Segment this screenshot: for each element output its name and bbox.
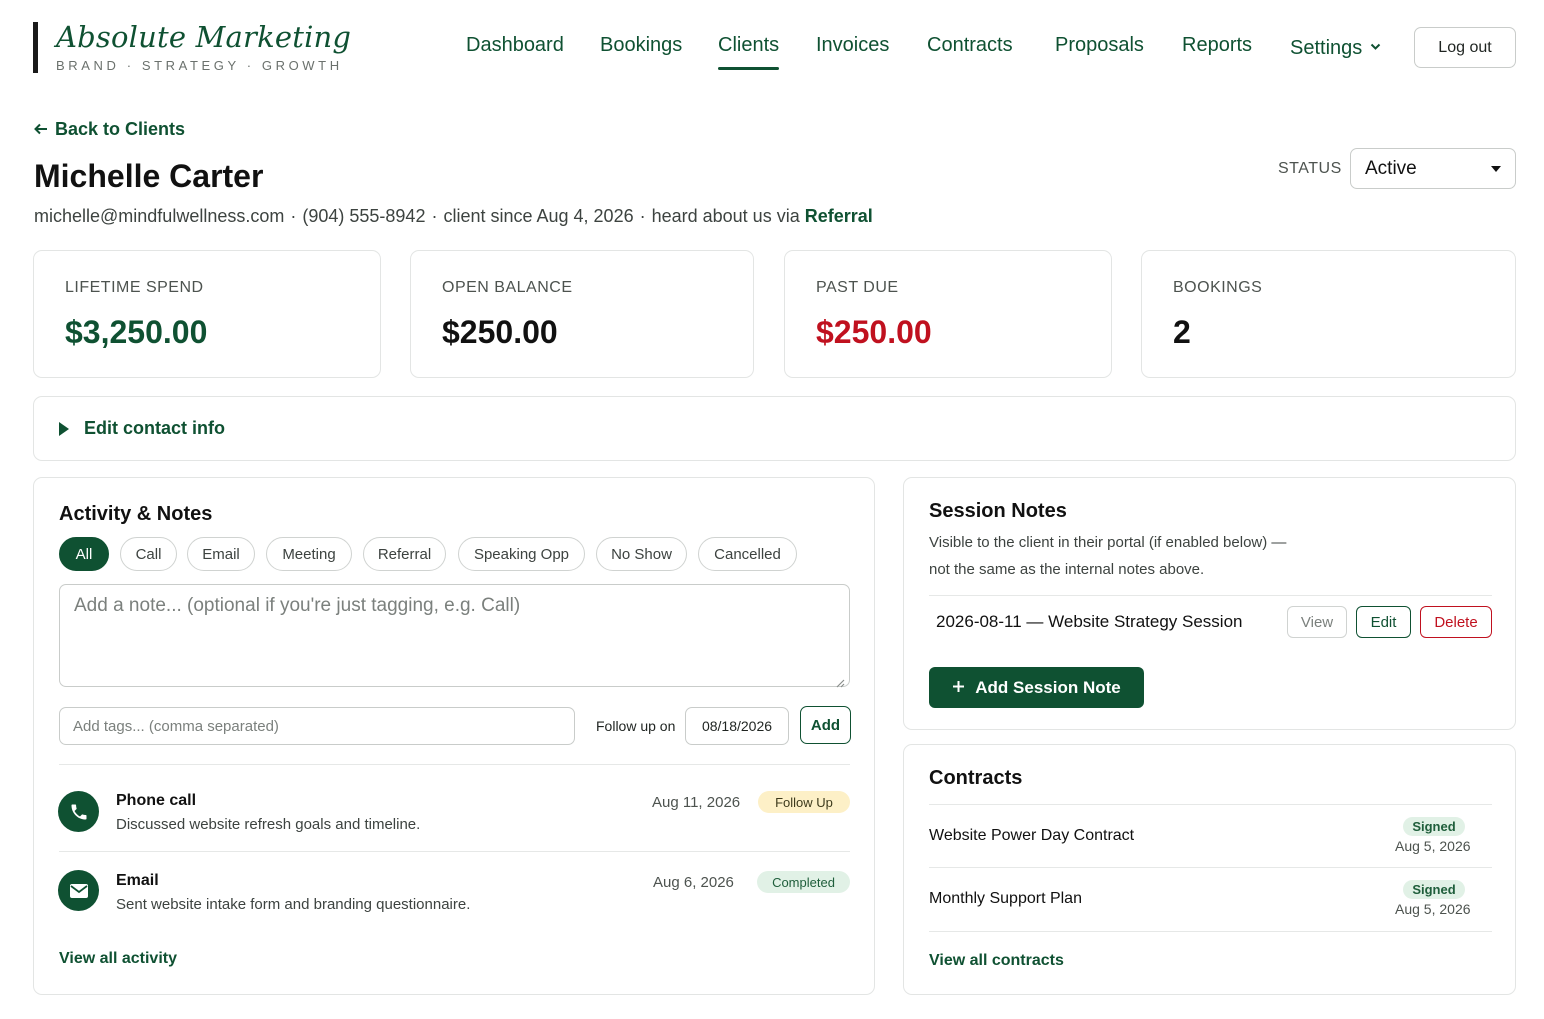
brand-accent-bar <box>33 22 38 73</box>
activity-desc: Discussed website refresh goals and time… <box>116 816 421 833</box>
nav-dashboard[interactable]: Dashboard <box>466 34 564 57</box>
panel-title: Contracts <box>929 767 1023 789</box>
filter-referral[interactable]: Referral <box>363 537 446 571</box>
caret-down-icon <box>1491 165 1501 172</box>
stat-value: $250.00 <box>442 314 558 350</box>
nav-contracts[interactable]: Contracts <box>927 34 1013 57</box>
status-label: STATUS <box>1278 160 1342 177</box>
filter-speaking-opp[interactable]: Speaking Opp <box>458 537 585 571</box>
back-to-clients-link[interactable]: Back to Clients <box>34 119 185 140</box>
client-email[interactable]: michelle@mindfulwellness.com <box>34 206 284 226</box>
stat-label: OPEN BALANCE <box>442 279 573 296</box>
session-notes-desc: Visible to the client in their portal (i… <box>929 534 1287 551</box>
stat-label: LIFETIME SPEND <box>65 279 204 296</box>
client-name: Michelle Carter <box>34 158 264 194</box>
nav-settings[interactable]: Settings <box>1290 34 1381 60</box>
note-textarea[interactable]: Add a note... (optional if you're just t… <box>59 584 850 688</box>
view-note-button[interactable]: View <box>1287 606 1347 638</box>
nav-settings-label: Settings <box>1290 37 1363 59</box>
triangle-right-icon <box>59 422 69 436</box>
note-placeholder: Add a note... (optional if you're just t… <box>74 595 521 616</box>
contracts-panel: Contracts Website Power Day Contract Sig… <box>903 744 1516 995</box>
session-notes-desc: not the same as the internal notes above… <box>929 561 1205 578</box>
tags-placeholder: Add tags... (comma separated) <box>73 717 279 735</box>
divider <box>59 764 850 765</box>
filter-cancelled[interactable]: Cancelled <box>698 537 797 571</box>
filter-meeting[interactable]: Meeting <box>266 537 352 571</box>
nav-proposals[interactable]: Proposals <box>1055 34 1144 57</box>
divider <box>59 851 850 852</box>
status-select[interactable]: Active <box>1350 148 1516 189</box>
nav-bookings[interactable]: Bookings <box>600 34 682 57</box>
chevron-down-icon <box>1370 34 1381 57</box>
activity-date: Aug 11, 2026 <box>652 794 741 811</box>
view-all-activity-link[interactable]: View all activity <box>59 950 177 968</box>
stat-value: 2 <box>1173 314 1191 350</box>
follow-up-date-input[interactable]: 08/18/2026 <box>685 707 789 745</box>
contract-name[interactable]: Monthly Support Plan <box>929 890 1082 908</box>
stat-card-lifetime-spend: LIFETIME SPEND $3,250.00 <box>33 250 381 378</box>
add-session-note-label: Add Session Note <box>975 677 1121 697</box>
referral-source: Referral <box>804 206 873 226</box>
contract-date: Aug 5, 2026 <box>1395 838 1471 854</box>
signed-badge: Signed <box>1403 817 1465 836</box>
follow-up-badge: Follow Up <box>758 791 850 813</box>
activity-title: Phone call <box>116 792 197 809</box>
resize-handle-icon[interactable] <box>835 672 845 688</box>
add-note-button[interactable]: Add <box>800 706 851 744</box>
brand-logo-title[interactable]: Absolute Marketing <box>56 20 351 54</box>
plus-icon <box>952 678 965 698</box>
client-since: client since Aug 4, 2026 <box>443 206 634 226</box>
phone-icon <box>58 791 99 832</box>
edit-contact-label: Edit contact info <box>84 418 225 438</box>
divider <box>929 804 1492 805</box>
activity-title: Email <box>116 872 159 889</box>
edit-note-button[interactable]: Edit <box>1356 606 1411 638</box>
contract-name[interactable]: Website Power Day Contract <box>929 827 1134 845</box>
activity-desc: Sent website intake form and branding qu… <box>116 896 471 913</box>
follow-up-label: Follow up on <box>596 718 676 734</box>
panel-title: Activity & Notes <box>59 503 213 525</box>
session-note-entry: 2026-08-11 — Website Strategy Session <box>936 612 1243 631</box>
filter-all[interactable]: All <box>59 537 109 571</box>
stat-label: BOOKINGS <box>1173 279 1263 296</box>
heard-about-label: heard about us via <box>651 206 800 226</box>
panel-title: Session Notes <box>929 500 1067 522</box>
brand-tagline: BRAND · STRATEGY · GROWTH <box>56 58 343 73</box>
stat-card-open-balance: OPEN BALANCE $250.00 <box>410 250 754 378</box>
status-value: Active <box>1365 157 1417 179</box>
completed-badge: Completed <box>757 871 850 893</box>
filter-email[interactable]: Email <box>187 537 255 571</box>
mail-icon <box>58 870 99 911</box>
divider <box>929 931 1492 932</box>
divider <box>929 867 1492 868</box>
stat-label: PAST DUE <box>816 279 899 296</box>
stat-value: $3,250.00 <box>65 314 208 350</box>
client-meta: michelle@mindfulwellness.com · (904) 555-8… <box>34 206 873 226</box>
contract-date: Aug 5, 2026 <box>1395 901 1471 917</box>
client-phone[interactable]: (904) 555-8942 <box>302 206 425 226</box>
session-notes-panel: Session Notes Visible to the client in t… <box>903 477 1516 730</box>
stat-card-bookings: BOOKINGS 2 <box>1141 250 1516 378</box>
stat-card-past-due: PAST DUE $250.00 <box>784 250 1112 378</box>
add-session-note-button[interactable]: Add Session Note <box>929 667 1144 708</box>
signed-badge: Signed <box>1403 880 1465 899</box>
nav-clients[interactable]: Clients <box>718 34 780 70</box>
tags-input[interactable]: Add tags... (comma separated) <box>59 707 575 745</box>
nav-reports[interactable]: Reports <box>1182 34 1252 57</box>
delete-note-button[interactable]: Delete <box>1420 606 1492 638</box>
arrow-left-icon <box>34 119 48 140</box>
nav-invoices[interactable]: Invoices <box>816 34 889 57</box>
logout-button[interactable]: Log out <box>1414 27 1516 68</box>
edit-contact-disclosure[interactable]: Edit contact info <box>33 396 1516 461</box>
view-all-contracts-link[interactable]: View all contracts <box>929 952 1064 970</box>
activity-date: Aug 6, 2026 <box>653 874 734 891</box>
filter-call[interactable]: Call <box>120 537 177 571</box>
divider <box>929 595 1492 596</box>
back-link-label: Back to Clients <box>55 119 186 139</box>
stat-value: $250.00 <box>816 314 932 350</box>
filter-no-show[interactable]: No Show <box>596 537 687 571</box>
activity-notes-panel: Activity & Notes All Call Email Meeting … <box>33 477 875 995</box>
